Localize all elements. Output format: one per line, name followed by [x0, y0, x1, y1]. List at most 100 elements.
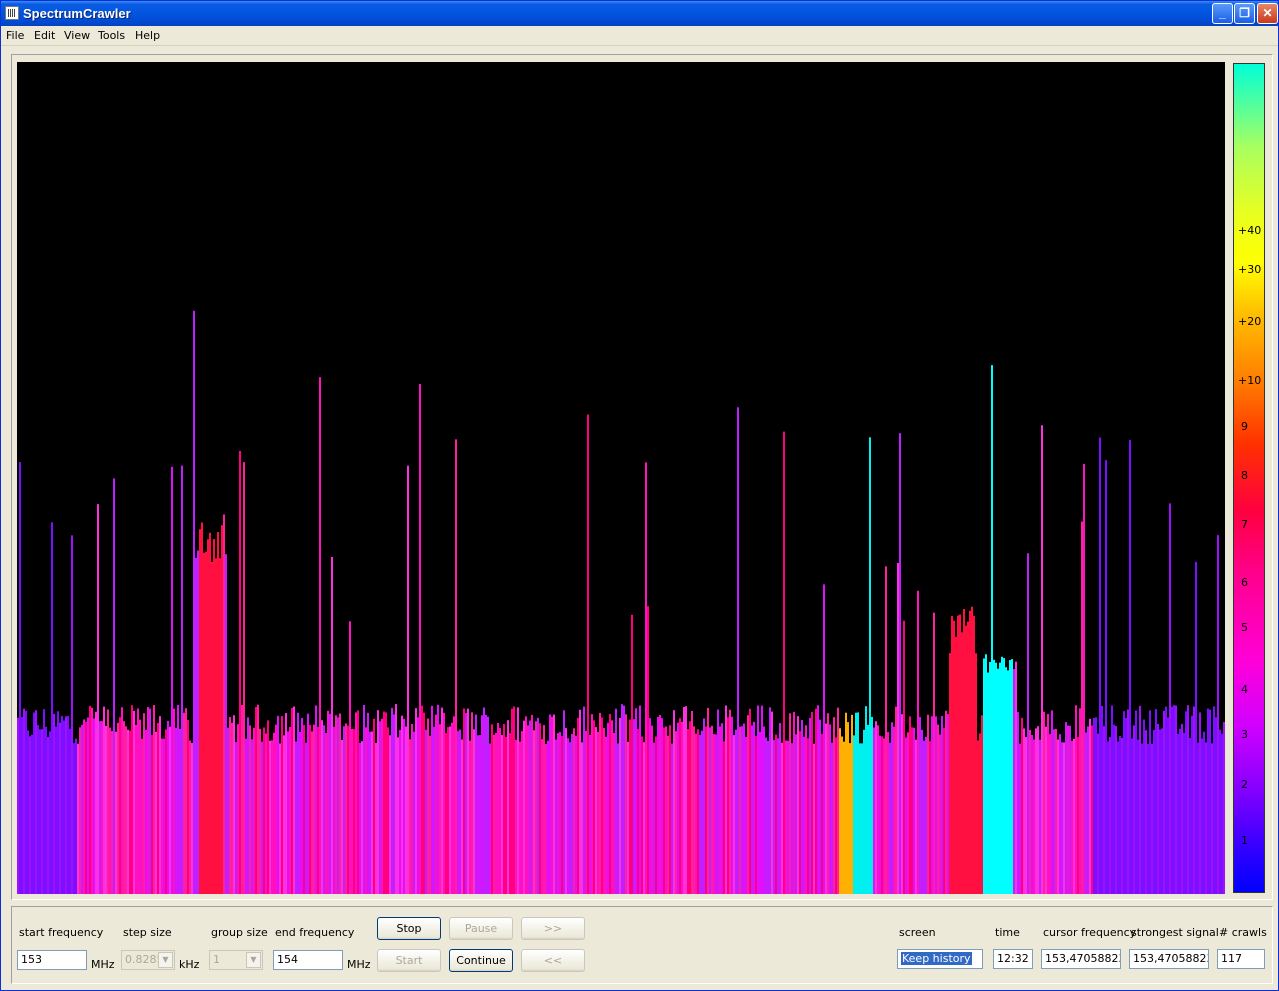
spectrum-bar [1131, 738, 1133, 894]
spectrum-bar [263, 727, 265, 894]
spectrum-bar [669, 725, 671, 894]
end-frequency-unit: MHz [347, 958, 371, 971]
spectrum-bar [29, 736, 31, 894]
close-button[interactable]: ✕ [1257, 3, 1278, 24]
spectrum-bar [759, 731, 761, 894]
start-frequency-input[interactable]: 153 [17, 950, 87, 970]
spectrum-bar [997, 668, 999, 894]
spectrum-bar [1165, 706, 1167, 894]
spectrum-bar [485, 714, 487, 894]
spectrum-bar [893, 726, 895, 894]
spectrum-bar [515, 739, 517, 894]
spectrum-bar [1067, 725, 1069, 894]
spectrum-bar [449, 726, 451, 894]
menu-tools[interactable]: Tools [98, 29, 125, 42]
spectrum-bar [551, 716, 553, 894]
menu-view[interactable]: View [64, 29, 90, 42]
spectrum-bar [103, 706, 105, 894]
spectrum-bar [495, 732, 497, 894]
spectrum-bar [1091, 725, 1093, 894]
spectrum-bar [229, 717, 231, 894]
spectrum-bar [529, 720, 531, 894]
spectrum-bar [59, 722, 61, 894]
spectrum-bar [953, 620, 955, 894]
spectrum-bar [221, 525, 223, 894]
spectrum-bar [465, 713, 467, 894]
spectrum-bar [269, 740, 271, 894]
spectrum-bar [663, 727, 665, 894]
spectrum-plot[interactable] [17, 62, 1225, 894]
spectrum-bar [1059, 734, 1061, 894]
spectrum-bar [227, 727, 229, 894]
stop-button[interactable]: Stop [377, 917, 441, 940]
spectrum-bar [719, 726, 721, 894]
spectrum-bar [523, 720, 525, 894]
spectrum-bar [99, 721, 101, 894]
spectrum-bar [589, 734, 591, 894]
spectrum-bar [1223, 721, 1225, 894]
spectrum-bar [623, 705, 625, 894]
spectrum-bar [161, 738, 163, 894]
title-bar[interactable]: SpectrumCrawler _ ❐ ✕ [1, 1, 1278, 26]
spectrum-bar [1177, 733, 1179, 894]
spectrum-bar [941, 715, 943, 894]
spectrum-bar [545, 743, 547, 894]
spectrum-bar [511, 708, 513, 894]
spectrum-bar [797, 716, 799, 894]
maximize-button[interactable]: ❐ [1234, 3, 1255, 24]
spectrum-bar [273, 732, 275, 894]
spectrum-bar [1125, 717, 1127, 894]
spectrum-bar [291, 708, 293, 894]
spectrum-bar [581, 742, 583, 894]
spectrum-bar [667, 735, 669, 894]
spectrum-bar [165, 729, 167, 894]
spectrum-bar [111, 731, 113, 894]
spectrum-bar [199, 529, 201, 894]
spectrum-bar [1021, 717, 1023, 894]
spectrum-bar [413, 731, 415, 894]
screen-mode-input[interactable]: Keep history [897, 949, 983, 969]
spectrum-bar [1035, 728, 1037, 894]
end-frequency-input[interactable]: 154 [273, 950, 343, 970]
spectrum-bar [791, 743, 793, 894]
spectrum-bar [553, 714, 555, 894]
spectrum-bar [139, 719, 141, 894]
spectrum-bar [65, 716, 67, 894]
spectrum-bar [959, 614, 961, 894]
spectrum-bar [839, 728, 841, 894]
time-field: 12:32 [993, 949, 1033, 969]
scale-label: +40 [1238, 224, 1262, 237]
spectrum-bar [765, 737, 767, 894]
spectrum-bar [259, 728, 261, 894]
spectrum-bar [653, 742, 655, 894]
spectrum-bar [671, 743, 673, 894]
spectrum-bar [507, 720, 509, 894]
scale-label: 2 [1241, 778, 1248, 791]
spectrum-bar [883, 738, 885, 894]
spectrum-bar [437, 704, 439, 894]
spectrum-bar [445, 733, 447, 894]
spectrum-bar [141, 738, 143, 894]
close-icon: ✕ [1262, 6, 1273, 20]
spectrum-bar [1039, 739, 1041, 894]
app-icon[interactable] [5, 6, 19, 20]
continue-button[interactable]: Continue [449, 949, 513, 972]
spectrum-bar [129, 730, 131, 894]
minimize-button[interactable]: _ [1212, 3, 1233, 24]
spectrum-bar [1121, 737, 1123, 894]
menu-edit[interactable]: Edit [34, 29, 55, 42]
spectrum-bar [645, 462, 647, 894]
spectrum-bar [937, 724, 939, 894]
spectrum-bar [127, 729, 129, 894]
spectrum-bar [19, 462, 21, 894]
spectrum-bar [1101, 705, 1103, 894]
menu-file[interactable]: File [6, 29, 24, 42]
spectrum-bar [1185, 711, 1187, 894]
spectrum-bar [253, 727, 255, 894]
spectrum-bar [63, 720, 65, 894]
spectrum-bar [49, 731, 51, 894]
chevron-down-icon: ▼ [158, 952, 173, 968]
menu-help[interactable]: Help [135, 29, 160, 42]
spectrum-bar [679, 718, 681, 894]
spectrum-bar [287, 731, 289, 894]
